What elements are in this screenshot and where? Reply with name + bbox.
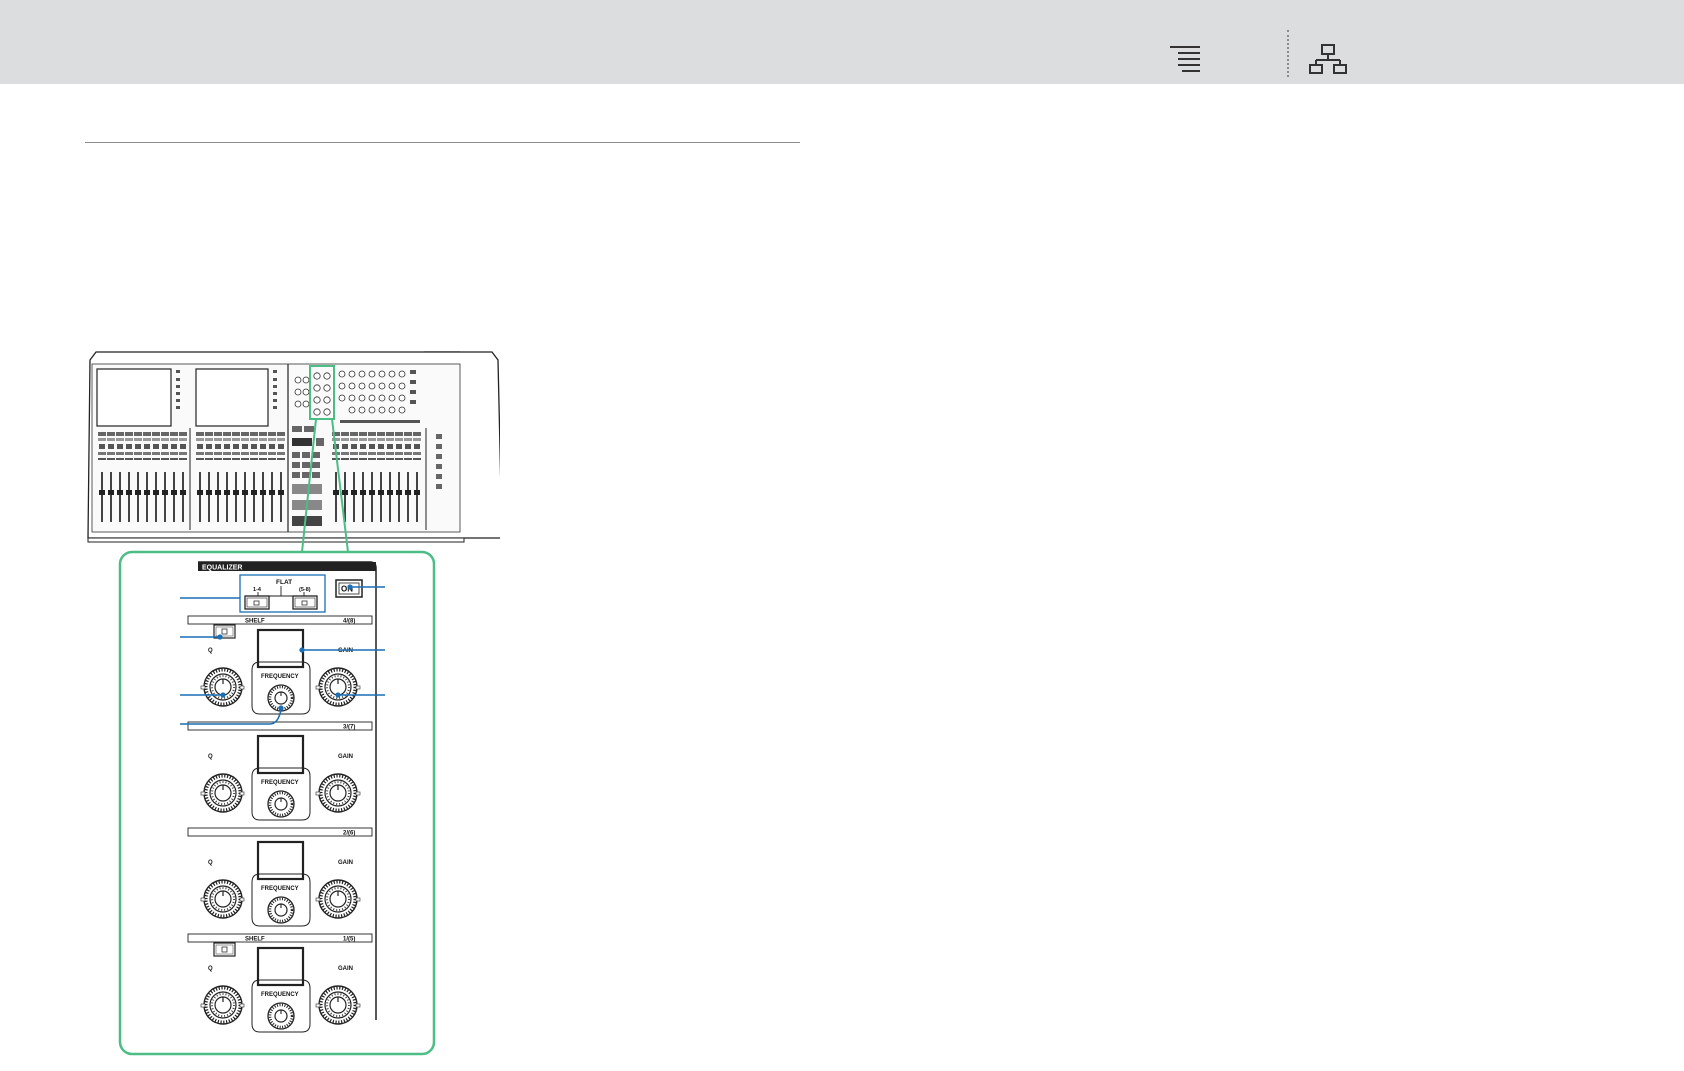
band-4-q-label: Q xyxy=(208,648,213,654)
band-4-display xyxy=(256,628,305,669)
flat-label: FLAT xyxy=(276,579,292,586)
band-3-gain-label: GAIN xyxy=(338,754,353,760)
console-overview xyxy=(87,351,503,543)
band-3-q-knob[interactable] xyxy=(202,772,244,814)
band-4-shelf-button[interactable] xyxy=(213,624,236,639)
equalizer-title: EQUALIZER xyxy=(202,565,242,572)
band-3-display xyxy=(256,734,305,775)
band-2-q-label: Q xyxy=(208,860,213,866)
band-3-frequency-knob[interactable] xyxy=(266,789,296,819)
flat-5-8-button[interactable] xyxy=(292,595,318,610)
band-3-q-label: Q xyxy=(208,754,213,760)
band-3-frequency-label: FREQUENCY xyxy=(261,780,299,786)
band-1-q-knob[interactable] xyxy=(202,984,244,1026)
band-1-shelf-button[interactable] xyxy=(213,942,236,957)
band-1-shelf-label: SHELF xyxy=(245,937,265,943)
band-4-label: 4/(8) xyxy=(343,619,355,625)
band-1-gain-knob[interactable] xyxy=(317,984,359,1026)
section-rule xyxy=(85,142,800,143)
band-4-gain-knob[interactable] xyxy=(317,666,359,708)
band-4-shelf-label: SHELF xyxy=(245,619,265,625)
band-1-frequency-label: FREQUENCY xyxy=(261,992,299,998)
band-2-gain-label: GAIN xyxy=(338,860,353,866)
band-4-q-knob[interactable] xyxy=(202,666,244,708)
band-1-gain-label: GAIN xyxy=(338,966,353,972)
flat-band-1-4-label: 1-4 xyxy=(253,587,262,593)
top-toolbar xyxy=(0,0,1684,84)
band-1-label: 1/(5) xyxy=(343,937,355,943)
band-2-frequency-label: FREQUENCY xyxy=(261,886,299,892)
toolbar-divider xyxy=(1287,30,1289,77)
band-2-frequency-knob[interactable] xyxy=(266,895,296,925)
band-2-label: 2/(6) xyxy=(343,831,355,837)
band-2-display xyxy=(256,840,305,881)
band-4-frequency-label: FREQUENCY xyxy=(261,674,299,680)
band-2-gain-knob[interactable] xyxy=(317,878,359,920)
band-1-display xyxy=(256,946,305,987)
band-3-label: 3/(7) xyxy=(343,725,355,731)
band-1-q-label: Q xyxy=(208,966,213,972)
table-of-contents-icon[interactable] xyxy=(1162,42,1204,76)
band-4-gain-label: GAIN xyxy=(338,648,353,654)
site-map-icon[interactable] xyxy=(1308,42,1348,76)
band-3-gain-knob[interactable] xyxy=(317,772,359,814)
band-1-frequency-knob[interactable] xyxy=(266,1001,296,1031)
flat-1-4-button[interactable] xyxy=(244,595,270,610)
band-2-q-knob[interactable] xyxy=(202,878,244,920)
flat-band-5-8-label: (5-8) xyxy=(299,587,311,593)
equalizer-figure: EQUALIZER FLAT 1-4 (5-8) ON SHELF 4/(8) … xyxy=(80,350,503,1066)
